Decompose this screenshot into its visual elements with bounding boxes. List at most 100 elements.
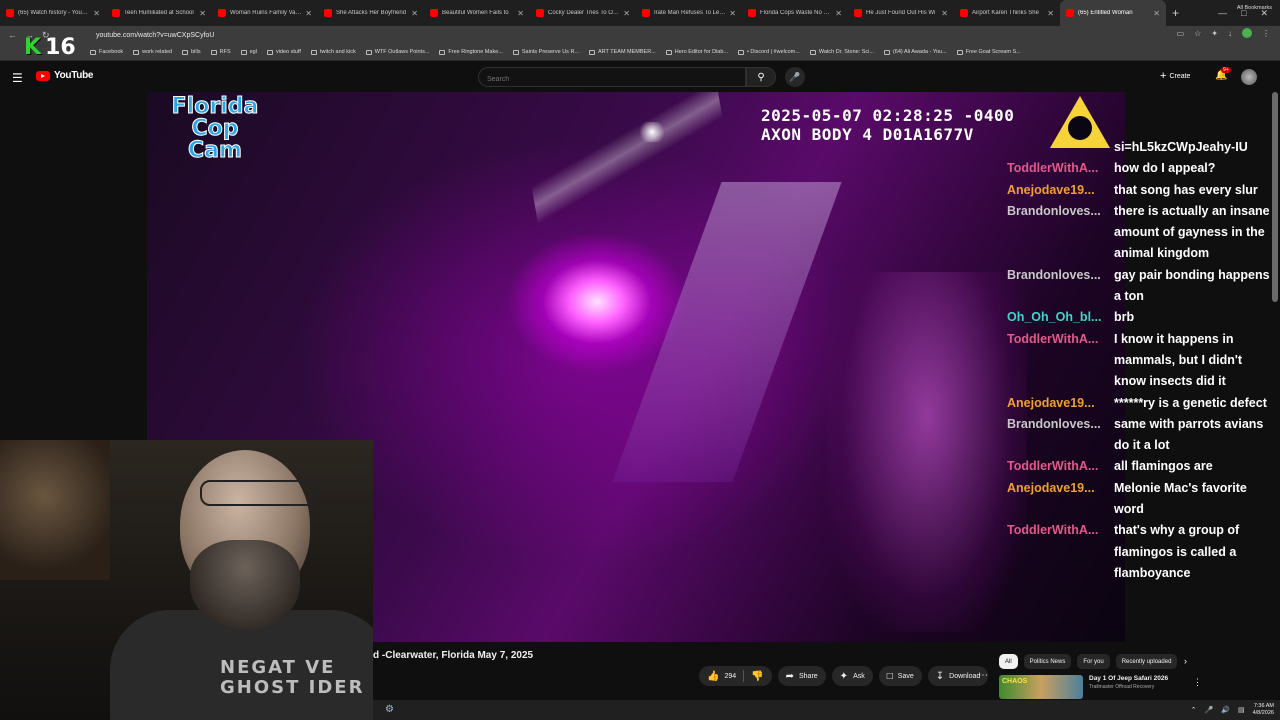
browser-tab[interactable]: Irate Man Refuses To Leave ✕ [636, 0, 742, 26]
ask-button[interactable]: ✦ Ask [831, 666, 873, 686]
youtube-logo[interactable]: YouTube [36, 70, 94, 81]
browser-tab[interactable]: She Attacks Her Boyfriend ✕ [318, 0, 424, 26]
browser-tab[interactable]: Airport Karen Thinks She ✕ [954, 0, 1060, 26]
browser-tab[interactable]: He Just Found Out His Wi ✕ [848, 0, 954, 26]
close-tab-icon[interactable]: ✕ [729, 9, 736, 18]
bookmark-item[interactable]: RFS [210, 49, 231, 55]
bookmark-item[interactable]: Hero Editor for Diab... [665, 49, 728, 55]
notifications-button[interactable]: 🔔 9+ [1215, 67, 1231, 81]
filter-chip[interactable]: Politics News [1023, 654, 1072, 669]
browser-tab[interactable]: (65) Watch history - YouTube ✕ [0, 0, 106, 26]
browser-tab[interactable]: Florida Cops Waste No Time ✕ [742, 0, 848, 26]
new-tab-button[interactable]: + [1172, 6, 1179, 20]
downloads-icon[interactable]: ↓ [1228, 29, 1232, 38]
more-actions-icon[interactable]: ⋯ [978, 670, 988, 681]
save-button[interactable]: □ Save [878, 666, 922, 686]
recommendation-item[interactable]: CHAOS Day 1 Of Jeep Safari 2026 Trailmas… [999, 675, 1168, 699]
chat-message: Brandonloves... same with parrots avians … [1007, 414, 1275, 457]
browser-tab[interactable]: Beautiful Women Fails to ✕ [424, 0, 530, 26]
close-tab-icon[interactable]: ✕ [305, 9, 312, 18]
close-tab-icon[interactable]: ✕ [941, 9, 948, 18]
recommendation-thumbnail[interactable]: CHAOS [999, 675, 1083, 699]
bookmark-item[interactable]: • Discord | #welcom... [737, 49, 800, 55]
volume-icon[interactable]: 🔊 [1221, 706, 1230, 714]
mic-tray-icon[interactable]: 🎤 [1205, 706, 1214, 714]
voice-search-button[interactable]: 🎤 [785, 67, 805, 87]
recommendation-menu-icon[interactable]: ⋮ [1193, 677, 1202, 688]
like-button[interactable]: 👍 294 👎 [699, 666, 772, 686]
filter-chip[interactable]: All [999, 654, 1018, 669]
all-bookmarks[interactable]: All Bookmarks [1237, 5, 1272, 11]
browser-profile-icon[interactable] [1242, 28, 1252, 38]
chat-message: Brandonloves... gay pair bonding happens … [1007, 265, 1275, 308]
chat-text: I know it happens in mammals, but I didn… [1114, 331, 1242, 389]
bookmark-item[interactable]: Free Ringtone Make... [439, 49, 503, 55]
bookmark-item[interactable]: work related [133, 49, 172, 55]
search-button[interactable]: ⚲ [746, 67, 776, 87]
bookmark-item[interactable]: (64) Ali Awada - You... [883, 49, 947, 55]
recommendation-chips: All Politics News For you Recently uploaded [999, 654, 1178, 669]
bookmark-item[interactable]: WTF Outlaws Points... [365, 49, 429, 55]
bookmark-item[interactable]: twitch and kick [310, 49, 356, 55]
browser-menu-icon[interactable]: ⋮ [1262, 29, 1270, 38]
search-input[interactable] [479, 71, 745, 88]
share-button[interactable]: ➦ Share [777, 666, 826, 686]
chevron-right-icon[interactable]: › [1184, 656, 1187, 666]
hamburger-menu-icon[interactable]: ☰ [12, 71, 23, 85]
chat-text: Melonie Mac's favorite word [1114, 480, 1247, 517]
bookmark-item[interactable]: ART TEAM MEMBER... [589, 49, 656, 55]
folder-icon [512, 49, 519, 55]
filter-chip[interactable]: Recently uploaded [1115, 654, 1178, 669]
bookmark-item[interactable]: Watch Dr. Stone: Sci... [809, 49, 874, 55]
chat-text: that's why a group of flamingos is calle… [1114, 523, 1240, 580]
chat-message: Anejodave19... that song has every slur [1007, 180, 1275, 201]
search-box[interactable] [478, 67, 746, 88]
gear-icon[interactable]: ⚙ [385, 704, 394, 715]
download-label: Download [949, 672, 981, 680]
bookmark-item[interactable]: video stuff [266, 49, 301, 55]
extensions-icon[interactable]: ✦ [1211, 29, 1218, 38]
tab-title: Woman Ruins Family Vacation [230, 10, 302, 16]
address-bar-actions: ▭ ☆ ✦ ↓ ⋮ [1177, 28, 1270, 38]
minimize-icon[interactable]: — [1218, 8, 1227, 18]
close-tab-icon[interactable]: ✕ [411, 9, 418, 18]
cast-icon[interactable]: ▭ [1177, 29, 1185, 38]
close-tab-icon[interactable]: ✕ [1047, 9, 1054, 18]
webcam-overlay: NEGAT VE GHOST IDER [0, 440, 373, 720]
recommendation-channel[interactable]: Trailmaster Offroad Recovery [1089, 684, 1168, 690]
browser-tab[interactable]: (65) Entitled Woman ✕ [1060, 0, 1166, 26]
avatar[interactable] [1241, 69, 1257, 85]
url-field[interactable]: youtube.com/watch?v=uwCXpSCyfoU [96, 32, 214, 39]
close-tab-icon[interactable]: ✕ [517, 9, 524, 18]
bookmark-label: egl [249, 49, 257, 55]
youtube-favicon-icon [960, 9, 968, 17]
browser-tab[interactable]: Teen Humiliated at School ✕ [106, 0, 212, 26]
page-scrollbar[interactable] [1272, 92, 1278, 302]
create-button[interactable]: + Create [1160, 70, 1190, 82]
star-icon[interactable]: ☆ [1194, 29, 1201, 38]
back-icon[interactable]: ← [8, 30, 17, 41]
recommendation-title[interactable]: Day 1 Of Jeep Safari 2026 [1089, 675, 1168, 682]
bookmark-item[interactable]: egl [240, 49, 257, 55]
close-tab-icon[interactable]: ✕ [623, 9, 630, 18]
close-tab-icon[interactable]: ✕ [835, 9, 842, 18]
thumbs-down-icon[interactable]: 👎 [751, 671, 763, 682]
chat-username: ToddlerWithA... [1007, 331, 1099, 346]
tab-title: Florida Cops Waste No Time [760, 10, 833, 16]
bookmark-item[interactable]: Free Goat Scream S... [956, 49, 1021, 55]
close-tab-icon[interactable]: ✕ [93, 9, 100, 18]
close-tab-icon[interactable]: ✕ [199, 9, 206, 18]
bookmark-item[interactable]: bills [182, 49, 201, 55]
browser-tab[interactable]: Woman Ruins Family Vacation✕ [212, 0, 318, 26]
bookmark-item[interactable]: Facebook [90, 49, 123, 55]
chat-username: Brandonloves... [1007, 203, 1101, 218]
clock[interactable]: 7:36 AM 4/8/2026 [1253, 703, 1274, 717]
filter-chip[interactable]: For you [1077, 654, 1110, 669]
browser-tab[interactable]: Cocky Dealer Tries To Outs ✕ [530, 0, 636, 26]
share-label: Share [798, 672, 818, 680]
close-tab-icon[interactable]: ✕ [1153, 9, 1160, 18]
chevron-up-icon[interactable]: ⌃ [1191, 706, 1197, 714]
timestamp-line-1: 2025-05-07 02:28:25 -0400 [761, 106, 1015, 125]
bookmark-item[interactable]: Saints Preserve Us R... [512, 49, 579, 55]
network-icon[interactable]: ▤ [1238, 706, 1245, 714]
